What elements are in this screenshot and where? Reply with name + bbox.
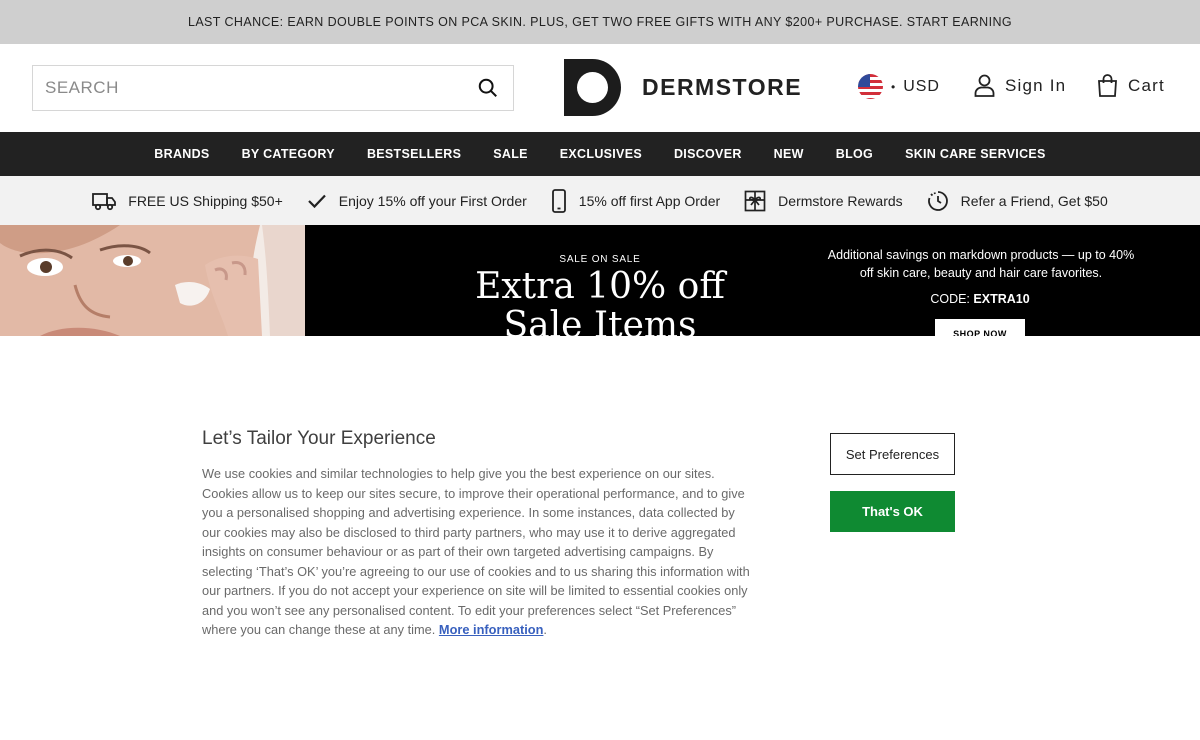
- nav-item-new[interactable]: NEW: [774, 147, 804, 161]
- cookie-title: Let’s Tailor Your Experience: [202, 428, 436, 449]
- nav-item-brands[interactable]: BRANDS: [154, 147, 209, 161]
- perk-label: 15% off first App Order: [578, 192, 721, 209]
- nav-item-sale[interactable]: SALE: [493, 147, 528, 161]
- main-nav: BRANDS BY CATEGORY BESTSELLERS SALE EXCL…: [0, 132, 1200, 176]
- currency-selector[interactable]: • USD: [858, 74, 940, 99]
- sign-in-label: Sign In: [1005, 75, 1067, 95]
- logo-mark-icon: [564, 59, 621, 116]
- set-preferences-button[interactable]: Set Preferences: [830, 433, 955, 475]
- nav-item-exclusives[interactable]: EXCLUSIVES: [560, 147, 642, 161]
- perk-label: FREE US Shipping $50+: [128, 192, 283, 209]
- search-input[interactable]: [45, 78, 475, 98]
- cart-label: Cart: [1128, 75, 1165, 95]
- perk-rewards[interactable]: Dermstore Rewards: [744, 190, 903, 212]
- headline-line-2: Sale Items: [503, 305, 697, 336]
- headline-line-1: Extra 10% off: [475, 266, 725, 307]
- separator-dot: •: [891, 79, 897, 94]
- nav-item-discover[interactable]: DISCOVER: [674, 147, 742, 161]
- search-icon[interactable]: [475, 75, 501, 101]
- perk-first-order[interactable]: Enjoy 15% off your First Order: [307, 193, 527, 209]
- promo-code-label: CODE:: [930, 292, 970, 306]
- perk-label: Dermstore Rewards: [778, 192, 903, 209]
- banner-copy: Additional savings on markdown products …: [827, 248, 1135, 280]
- gift-icon: [744, 190, 766, 211]
- more-information-link[interactable]: More information: [439, 622, 544, 637]
- shopping-bag-icon: [1098, 74, 1117, 97]
- model-photo: [0, 225, 305, 336]
- promo-text: LAST CHANCE: EARN DOUBLE POINTS ON PCA S…: [187, 15, 1013, 29]
- sign-in-link[interactable]: Sign In: [974, 74, 1066, 97]
- perk-label: Enjoy 15% off your First Order: [338, 192, 527, 209]
- banner-eyebrow: SALE ON SALE: [559, 254, 641, 265]
- truck-icon: [92, 192, 117, 210]
- sale-banner[interactable]: SALE ON SALE Extra 10% off Sale Items Ad…: [0, 225, 1200, 336]
- logo-text: DERMSTORE: [642, 74, 803, 100]
- promo-banner[interactable]: LAST CHANCE: EARN DOUBLE POINTS ON PCA S…: [0, 0, 1200, 44]
- promo-code-value: EXTRA10: [973, 292, 1030, 306]
- banner-headline: Extra 10% off Sale Items: [440, 267, 760, 336]
- cookie-description: We use cookies and similar technologies …: [202, 466, 750, 637]
- shop-now-button[interactable]: SHOP NOW: [935, 319, 1025, 336]
- nav-item-blog[interactable]: BLOG: [836, 147, 873, 161]
- perk-label: Refer a Friend, Get $50: [960, 192, 1108, 209]
- perks-strip: FREE US Shipping $50+ Enjoy 15% off your…: [0, 176, 1200, 225]
- cart-link[interactable]: Cart: [1097, 74, 1165, 97]
- thats-ok-button[interactable]: That's OK: [830, 491, 955, 532]
- perk-refer-friend[interactable]: Refer a Friend, Get $50: [927, 190, 1108, 212]
- search-bar: [32, 65, 514, 111]
- site-header: DERMSTORE • USD Sign In Cart: [0, 44, 1200, 132]
- nav-item-by-category[interactable]: BY CATEGORY: [242, 147, 335, 161]
- currency-label: USD: [903, 77, 940, 95]
- nav-item-bestsellers[interactable]: BESTSELLERS: [367, 147, 461, 161]
- refer-icon: [927, 190, 948, 211]
- nav-item-skin-care-services[interactable]: SKIN CARE SERVICES: [905, 147, 1046, 161]
- perk-app-order[interactable]: 15% off first App Order: [551, 188, 721, 213]
- us-flag-icon: [858, 74, 883, 99]
- cookie-consent-panel: Let’s Tailor Your Experience We use cook…: [0, 336, 1200, 740]
- promo-code: CODE: EXTRA10: [880, 292, 1080, 306]
- check-icon: [307, 194, 326, 208]
- cookie-body-text: We use cookies and similar technologies …: [202, 466, 750, 637]
- phone-icon: [551, 188, 566, 213]
- perk-free-shipping[interactable]: FREE US Shipping $50+: [92, 191, 283, 211]
- dermstore-logo[interactable]: DERMSTORE: [564, 59, 802, 116]
- user-icon: [974, 74, 995, 97]
